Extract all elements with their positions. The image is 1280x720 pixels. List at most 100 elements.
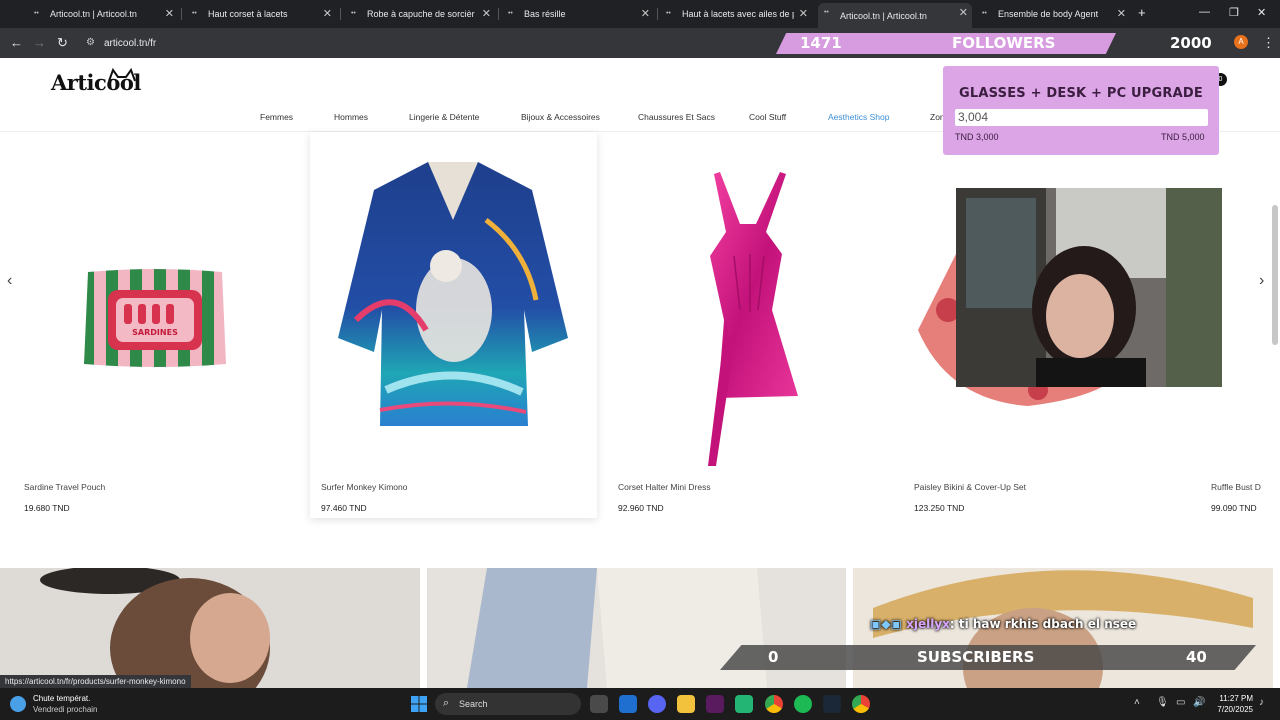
notification-bell-icon[interactable]: ♪ bbox=[1259, 697, 1264, 708]
forward-arrow-icon[interactable]: → bbox=[33, 35, 46, 50]
subscribers-count: 0 bbox=[768, 648, 779, 666]
obs-icon[interactable] bbox=[706, 695, 724, 713]
favicon-icon: • • bbox=[508, 10, 513, 17]
surfer-monkey-kimono-image[interactable] bbox=[336, 160, 570, 430]
favicon-icon: • • bbox=[351, 10, 356, 17]
tab-5[interactable]: • • Haut à lacets avec ailes de pap ✕ bbox=[660, 4, 812, 24]
nav-femmes[interactable]: Femmes bbox=[260, 112, 293, 122]
goal-max-label: TND 5,000 bbox=[1161, 132, 1205, 142]
nav-hommes[interactable]: Hommes bbox=[334, 112, 368, 122]
discord-icon[interactable] bbox=[648, 695, 666, 713]
close-icon[interactable]: ✕ bbox=[482, 7, 491, 20]
close-icon[interactable]: ✕ bbox=[959, 6, 968, 19]
tray-overflow-icon[interactable]: ˄ bbox=[1134, 697, 1140, 708]
goal-title: GLASSES + DESK + PC UPGRADE bbox=[959, 86, 1203, 101]
favicon-icon: • • bbox=[666, 10, 671, 17]
app-green-icon[interactable] bbox=[735, 695, 753, 713]
close-window-icon[interactable]: ✕ bbox=[1257, 6, 1266, 19]
tab-divider bbox=[498, 8, 499, 20]
nav-aesthetics-shop[interactable]: Aesthetics Shop bbox=[828, 112, 889, 122]
weather-icon[interactable] bbox=[10, 696, 26, 712]
clock-date[interactable]: 7/20/2025 bbox=[1213, 705, 1253, 714]
subscribers-target: 40 bbox=[1186, 648, 1207, 666]
favicon-icon: • • bbox=[824, 9, 829, 16]
tab-label: Robe à capuche de sorcière no bbox=[367, 9, 475, 19]
chrome-icon[interactable] bbox=[765, 695, 783, 713]
maximize-icon[interactable]: ❐ bbox=[1229, 6, 1239, 19]
chrome-profile-icon[interactable] bbox=[852, 695, 870, 713]
carousel-prev-arrow-icon[interactable]: ‹ bbox=[7, 272, 12, 290]
url-text: articool.tn/fr bbox=[104, 37, 157, 49]
page-scrollbar[interactable] bbox=[1272, 205, 1278, 345]
tab-7[interactable]: • • Ensemble de body Agent ✕ bbox=[976, 4, 1130, 24]
windows-start-icon[interactable] bbox=[410, 695, 428, 713]
favicon-icon: • • bbox=[982, 10, 987, 17]
close-icon[interactable]: ✕ bbox=[165, 7, 174, 20]
tab-divider bbox=[657, 8, 658, 20]
product-name[interactable]: Sardine Travel Pouch bbox=[24, 482, 105, 492]
product-price: 99.090 TND bbox=[1211, 503, 1257, 513]
tab-divider bbox=[181, 8, 182, 20]
close-icon[interactable]: ✕ bbox=[641, 7, 650, 20]
reload-icon[interactable]: ↻ bbox=[57, 35, 68, 51]
chat-badge-icon: ▣◆▣ bbox=[870, 617, 902, 631]
tab-3[interactable]: • • Robe à capuche de sorcière no ✕ bbox=[345, 4, 495, 24]
product-name[interactable]: Ruffle Bust D bbox=[1211, 482, 1261, 492]
steam-icon[interactable] bbox=[823, 695, 841, 713]
product-name[interactable]: Paisley Bikini & Cover-Up Set bbox=[914, 482, 1026, 492]
taskbar-search-input[interactable]: ⌕ Search bbox=[435, 693, 581, 715]
file-explorer-icon[interactable] bbox=[677, 695, 695, 713]
pouch-brand-text: SARDINES bbox=[132, 328, 178, 337]
microphone-icon[interactable]: 🎙 bbox=[1156, 697, 1169, 708]
chat-username: xjellyx bbox=[906, 617, 950, 631]
followers-label: FOLLOWERS bbox=[952, 34, 1056, 52]
weather-title[interactable]: Chute températ. bbox=[33, 694, 90, 703]
subscribers-label: SUBSCRIBERS bbox=[917, 648, 1035, 666]
product-name[interactable]: Corset Halter Mini Dress bbox=[618, 482, 711, 492]
new-tab-button[interactable]: + bbox=[1138, 5, 1146, 20]
goal-min-label: TND 3,000 bbox=[955, 132, 999, 142]
kebab-menu-icon[interactable]: ⋮ bbox=[1262, 35, 1275, 51]
product-price: 92.960 TND bbox=[618, 503, 664, 513]
tab-label: Articool.tn | Articool.tn bbox=[50, 9, 137, 19]
nav-lingerie[interactable]: Lingerie & Détente bbox=[409, 112, 479, 122]
site-info-icon[interactable]: ⚙ bbox=[86, 37, 95, 48]
clock-time[interactable]: 11:27 PM bbox=[1213, 694, 1253, 703]
product-price: 19.680 TND bbox=[24, 503, 70, 513]
search-icon: ⌕ bbox=[443, 697, 450, 709]
back-arrow-icon[interactable]: ← bbox=[10, 35, 23, 50]
tab-2[interactable]: • • Haut corset à lacets ✕ bbox=[186, 4, 336, 24]
product-name[interactable]: Surfer Monkey Kimono bbox=[321, 482, 407, 492]
windows-taskbar bbox=[0, 688, 1280, 720]
minimize-icon[interactable]: — bbox=[1199, 6, 1210, 18]
tab-1[interactable]: • • Articool.tn | Articool.tn ✕ bbox=[28, 4, 178, 24]
streamer-webcam bbox=[956, 188, 1222, 387]
network-icon[interactable]: ▭ bbox=[1176, 697, 1185, 708]
banner-image-denim[interactable] bbox=[427, 568, 846, 688]
chat-message: ▣◆▣ xjellyx: ti haw rkhis dbach el nsee bbox=[870, 617, 1136, 631]
spotify-icon[interactable] bbox=[794, 695, 812, 713]
tab-6-active[interactable]: • • Articool.tn | Articool.tn ✕ bbox=[818, 3, 972, 28]
nav-cool-stuff[interactable]: Cool Stuff bbox=[749, 112, 786, 122]
nav-chaussures[interactable]: Chaussures Et Sacs bbox=[638, 112, 715, 122]
goal-current-amount: 3,004 bbox=[958, 110, 989, 124]
search-placeholder: Search bbox=[459, 699, 488, 709]
browser-tab-bar: • • Articool.tn | Articool.tn ✕ • • Haut… bbox=[0, 0, 1280, 28]
tab-4[interactable]: • • Bas résille ✕ bbox=[502, 4, 654, 24]
banner-hat-illustration bbox=[40, 568, 270, 688]
close-icon[interactable]: ✕ bbox=[799, 7, 808, 20]
close-icon[interactable]: ✕ bbox=[323, 7, 332, 20]
outlook-icon[interactable] bbox=[619, 695, 637, 713]
nav-bijoux[interactable]: Bijoux & Accessoires bbox=[521, 112, 600, 122]
sardine-pouch-image[interactable]: SARDINES bbox=[82, 266, 228, 370]
task-view-icon[interactable] bbox=[590, 695, 608, 713]
corset-halter-dress-image[interactable] bbox=[686, 170, 812, 466]
banner-image-hat[interactable] bbox=[0, 568, 420, 688]
carousel-next-arrow-icon[interactable]: › bbox=[1259, 272, 1264, 290]
tab-label: Haut corset à lacets bbox=[208, 9, 288, 19]
favicon-icon: • • bbox=[34, 10, 39, 17]
close-icon[interactable]: ✕ bbox=[1117, 7, 1126, 20]
address-input[interactable]: ⚙ articool.tn/fr bbox=[78, 32, 778, 54]
volume-icon[interactable]: 🔊 bbox=[1193, 697, 1205, 708]
profile-avatar-icon[interactable]: A bbox=[1234, 35, 1248, 49]
